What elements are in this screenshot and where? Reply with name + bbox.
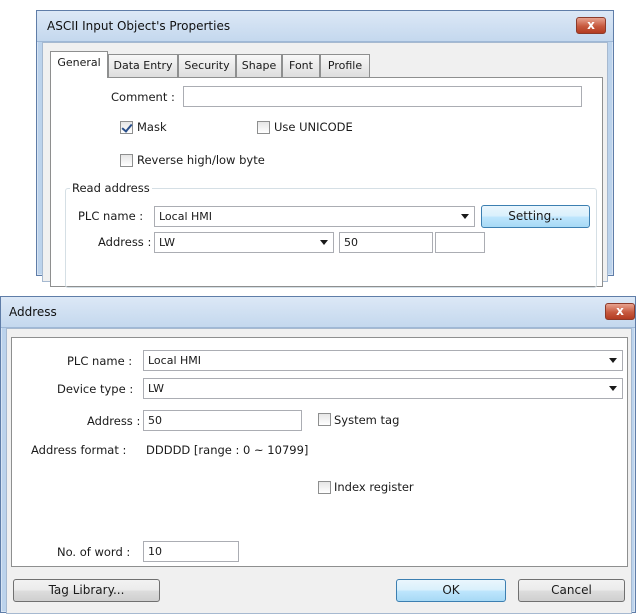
system-tag-label: System tag (334, 413, 400, 427)
chevron-down-icon (609, 358, 617, 363)
system-tag-checkbox[interactable] (318, 413, 331, 426)
no-of-word-label: No. of word : (57, 545, 131, 559)
read-device-dropdown[interactable]: LW (154, 232, 334, 253)
read-address-group-label: Read address (70, 181, 152, 195)
tab-font[interactable]: Font (282, 54, 320, 78)
read-address-extra-field[interactable] (435, 232, 485, 253)
index-register-label: Index register (334, 480, 414, 494)
chevron-down-icon (320, 240, 328, 245)
tab-profile[interactable]: Profile (320, 54, 370, 78)
tab-data-entry[interactable]: Data Entry (108, 54, 178, 78)
device-type-dropdown[interactable]: LW (143, 378, 623, 399)
reverse-byte-checkbox[interactable] (120, 154, 133, 167)
mask-label: Mask (137, 120, 167, 134)
address-dialog: Address x PLC name : Local HMI Device ty… (0, 296, 636, 614)
properties-close-button[interactable]: x (576, 17, 606, 34)
read-plc-name-dropdown[interactable]: Local HMI (154, 206, 475, 227)
read-plc-name-label: PLC name : (78, 209, 144, 223)
address-panel: PLC name : Local HMI Device type : LW Ad… (11, 337, 628, 567)
address-format-value: DDDDD [range : 0 ~ 10799] (146, 443, 309, 457)
setting-button[interactable]: Setting... (481, 205, 590, 228)
read-device-value: LW (159, 236, 175, 249)
ok-button[interactable]: OK (396, 579, 506, 602)
address-close-button[interactable]: x (605, 303, 635, 320)
tab-general[interactable]: General (50, 51, 108, 78)
read-address-label: Address : (98, 235, 152, 249)
use-unicode-label: Use UNICODE (274, 120, 353, 134)
device-type-label: Device type : (57, 382, 134, 396)
address-client: PLC name : Local HMI Device type : LW Ad… (6, 328, 632, 614)
no-of-word-input[interactable]: 10 (143, 541, 239, 562)
properties-dialog: ASCII Input Object's Properties x Genera… (36, 10, 614, 288)
read-plc-name-value: Local HMI (159, 210, 213, 223)
properties-client: General Data Entry Security Shape Font P… (42, 42, 608, 288)
cancel-button[interactable]: Cancel (518, 579, 625, 602)
address-label: Address : (87, 414, 141, 428)
mask-checkbox[interactable] (120, 121, 133, 134)
address-format-label: Address format : (31, 443, 127, 457)
address-input[interactable]: 50 (143, 410, 302, 431)
comment-label: Comment : (111, 90, 175, 104)
use-unicode-checkbox[interactable] (257, 121, 270, 134)
address-title: Address (9, 305, 57, 319)
plc-name-label: PLC name : (67, 354, 133, 368)
read-address-input[interactable]: 50 (339, 232, 433, 253)
tab-shape[interactable]: Shape (236, 54, 282, 78)
tag-library-button[interactable]: Tag Library... (13, 579, 160, 602)
properties-title: ASCII Input Object's Properties (47, 19, 231, 33)
reverse-byte-label: Reverse high/low byte (137, 153, 265, 167)
address-titlebar[interactable]: Address x (1, 297, 635, 328)
device-type-value: LW (148, 382, 164, 395)
index-register-checkbox[interactable] (318, 481, 331, 494)
plc-name-value: Local HMI (148, 354, 202, 367)
tab-security[interactable]: Security (178, 54, 236, 78)
general-tab-panel: Comment : Mask Use UNICODE Reverse high/… (50, 77, 603, 288)
chevron-down-icon (461, 214, 469, 219)
chevron-down-icon (609, 386, 617, 391)
comment-input[interactable] (183, 86, 582, 107)
plc-name-dropdown[interactable]: Local HMI (143, 350, 623, 371)
properties-titlebar[interactable]: ASCII Input Object's Properties x (37, 11, 613, 42)
